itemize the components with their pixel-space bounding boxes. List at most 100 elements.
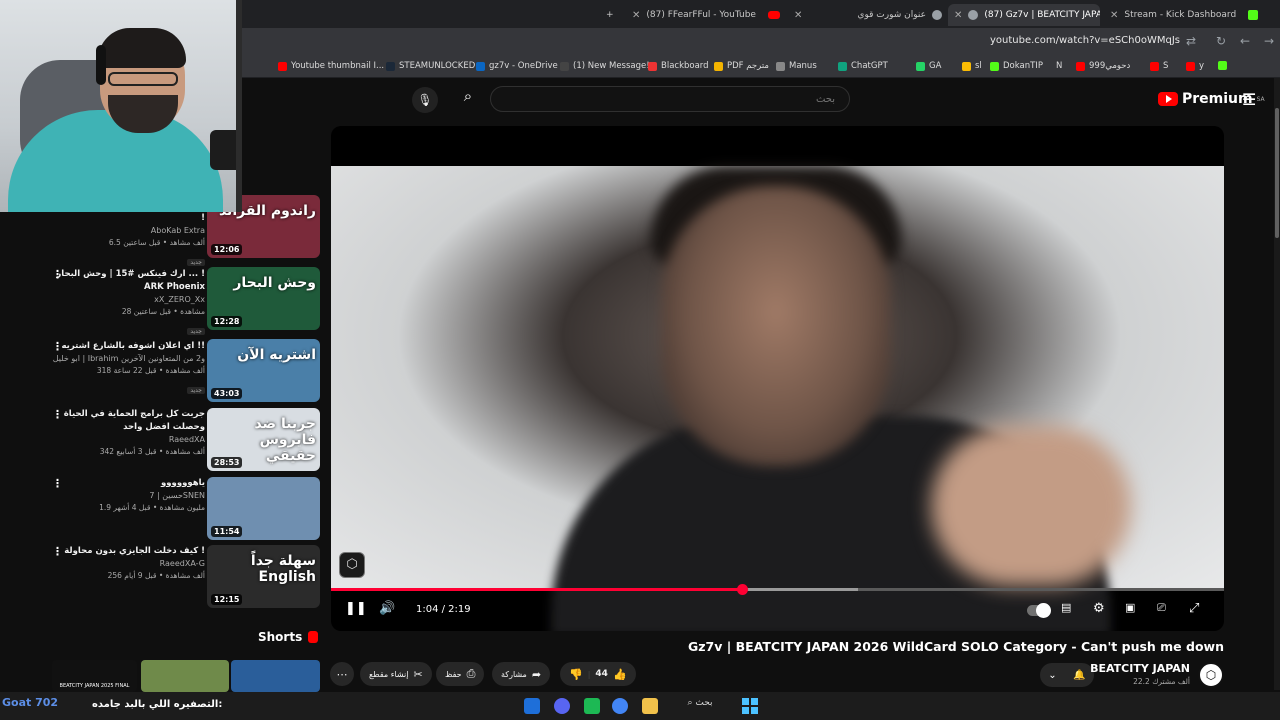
- recommendation-title[interactable]: ياهوووووو: [50, 477, 205, 490]
- recommendation-title[interactable]: جربت كل برامج الحماية في الحياة وحصلت اف…: [50, 408, 205, 434]
- recommendation-channel[interactable]: RaeedXA-G: [50, 558, 205, 570]
- channel-watermark-icon[interactable]: ⬡: [339, 552, 365, 578]
- more-options-icon[interactable]: ⋮: [52, 269, 63, 280]
- youtube-icon: [1150, 61, 1159, 71]
- search-input[interactable]: [491, 87, 849, 112]
- short-thumbnail[interactable]: [141, 660, 229, 692]
- bookmark-item[interactable]: DokanTIP: [990, 61, 1043, 71]
- volume-icon[interactable]: 🔊: [379, 601, 395, 616]
- like-icon[interactable]: 👍: [613, 668, 627, 681]
- more-actions-button[interactable]: ⋯: [330, 662, 354, 686]
- app-icon[interactable]: [584, 698, 600, 714]
- short-thumbnail[interactable]: [231, 660, 320, 692]
- subtitles-icon[interactable]: ▤: [1061, 601, 1071, 614]
- bookmark-item[interactable]: sl: [962, 61, 982, 71]
- channel-avatar[interactable]: ⬡: [1198, 662, 1224, 688]
- bookmark-item[interactable]: ChatGPT: [838, 61, 888, 71]
- close-icon[interactable]: ✕: [794, 10, 802, 21]
- miniplayer-icon[interactable]: ▣: [1125, 601, 1135, 614]
- video-player[interactable]: ⬡ ❚❚ 🔊 1:04 / 2:19 ▤ ⚙ ▣ ⎚ ⤢: [331, 126, 1224, 631]
- close-icon[interactable]: ✕: [632, 10, 640, 21]
- video-thumbnail[interactable]: اشتريه الآن 43:03: [207, 339, 320, 402]
- scrubber-handle[interactable]: [736, 584, 748, 595]
- bookmark-item[interactable]: Blackboard: [648, 61, 709, 71]
- bookmark-item[interactable]: N: [1056, 61, 1062, 71]
- recommendation-channel[interactable]: حسين | 7SNEN: [50, 490, 205, 502]
- recommendation-title[interactable]: كيف دخلت الجايزي بدون محاولة !: [50, 545, 205, 558]
- list-item[interactable]: ! AboKab Extra 6.5 ألف مشاهد • قبل ساعتين ج…: [50, 212, 205, 268]
- cast-icon[interactable]: ⎚: [1157, 601, 1166, 615]
- fullscreen-icon[interactable]: ⤢: [1189, 601, 1199, 616]
- taskbar-search[interactable]: ⌕ بحث: [670, 698, 730, 708]
- search-icon[interactable]: ⌕: [452, 87, 484, 111]
- bookmark-item[interactable]: Youtube thumbnail I...: [278, 61, 384, 71]
- clip-button[interactable]: إنشاء مقطع ✂: [360, 662, 432, 686]
- recommendation-channel[interactable]: AboKab Extra: [50, 225, 205, 237]
- save-button[interactable]: حفظ ⎙: [436, 662, 485, 686]
- tab-beatcity[interactable]: ✕ (87) Gz7v | BEATCITY JAPAN: [948, 4, 1100, 26]
- recommendation-channel[interactable]: xX_ZERO_Xx: [50, 294, 205, 306]
- tab-short-title[interactable]: ✕ عنوان شورت قوي: [788, 4, 948, 26]
- tab-ffearfful[interactable]: ✕ (87) FFearFFul - YouTube: [626, 4, 786, 26]
- list-item[interactable]: ياهوووووو حسين | 7SNEN 1.9 مليون مشاهدة • …: [50, 477, 205, 514]
- tab-label: (87) Gz7v | BEATCITY JAPAN: [984, 10, 1100, 20]
- bookmark-item[interactable]: gz7v - OneDrive: [476, 61, 558, 71]
- bookmark-item[interactable]: (1) New Message!: [560, 61, 650, 71]
- progress-bar[interactable]: [331, 584, 1224, 595]
- close-icon[interactable]: ✕: [1110, 10, 1118, 21]
- bookmark-item[interactable]: S: [1150, 61, 1168, 71]
- video-thumbnail[interactable]: وحش البحار 12:28: [207, 267, 320, 330]
- tab-kick-dashboard[interactable]: ✕ Stream - Kick Dashboard: [1104, 4, 1264, 26]
- shorts-icon: [308, 631, 319, 643]
- recommendation-title[interactable]: ارك فينكس #15 | وحش البحار ... ! ARK Pho…: [50, 268, 205, 294]
- site-settings-icon[interactable]: ⇄: [1186, 34, 1196, 48]
- settings-gear-icon[interactable]: ⚙: [1093, 601, 1105, 616]
- recommendation-channel[interactable]: RaeedXA: [50, 434, 205, 446]
- vscode-icon[interactable]: [524, 698, 540, 714]
- onedrive-icon: [476, 61, 485, 71]
- bookmark-item[interactable]: PDF مترجم: [714, 61, 769, 71]
- share-button[interactable]: مشاركة ➦: [492, 662, 551, 686]
- video-thumbnail[interactable]: سهلة جداً English 12:15: [207, 545, 320, 608]
- bookmark-item[interactable]: Manus: [776, 61, 817, 71]
- back-icon[interactable]: ←: [1240, 34, 1250, 48]
- video-frame[interactable]: ⬡: [331, 166, 1224, 631]
- close-icon[interactable]: ✕: [954, 10, 962, 21]
- autoplay-toggle[interactable]: [1027, 603, 1051, 618]
- dislike-icon[interactable]: 👎: [569, 668, 583, 681]
- list-item[interactable]: جربت كل برامج الحماية في الحياة وحصلت اف…: [50, 408, 205, 458]
- more-options-icon[interactable]: ⋮: [52, 341, 63, 352]
- more-options-icon[interactable]: ⋮: [52, 546, 63, 557]
- bookmark-item[interactable]: GA: [916, 61, 941, 71]
- file-explorer-icon[interactable]: [642, 698, 658, 714]
- list-item[interactable]: ارك فينكس #15 | وحش البحار ... ! ARK Pho…: [50, 268, 205, 337]
- list-item[interactable]: كيف دخلت الجايزي بدون محاولة ! RaeedXA-G 2…: [50, 545, 205, 582]
- new-badge: جديد: [187, 387, 205, 394]
- list-item[interactable]: اي اعلان اشوفه بالشارع اشتريه !! ابو خليل…: [50, 340, 205, 396]
- short-thumbnail[interactable]: BEATCITY JAPAN 2025 FINAL: [52, 660, 137, 692]
- pause-icon[interactable]: ❚❚: [345, 601, 367, 616]
- url-field[interactable]: youtube.com/watch?v=eSCh0oWMqJs: [990, 35, 1180, 46]
- recommendation-title[interactable]: !: [50, 212, 205, 225]
- bookmark-item[interactable]: y: [1186, 61, 1204, 71]
- chrome-icon[interactable]: [612, 698, 628, 714]
- more-options-icon[interactable]: ⋮: [52, 409, 63, 420]
- recommendation-channel[interactable]: ابو خليل | Ibrahim و2 من المتعاونين الآخ…: [50, 353, 205, 365]
- bookmark-item[interactable]: STEAMUNLOCKED: [386, 61, 475, 71]
- hamburger-menu-icon[interactable]: ☰: [1242, 90, 1256, 109]
- new-tab-button[interactable]: +: [600, 4, 620, 26]
- recommendation-title[interactable]: اي اعلان اشوفه بالشارع اشتريه !!: [50, 340, 205, 353]
- bookmark-item[interactable]: دحومي999: [1076, 61, 1130, 71]
- video-thumbnail[interactable]: جربنا ضد فايروس حقيقي 28:53: [207, 408, 320, 471]
- more-options-icon[interactable]: ⋮: [52, 478, 63, 489]
- reload-icon[interactable]: ↻: [1216, 34, 1226, 48]
- channel-name[interactable]: BEATCITY JAPAN: [1060, 662, 1190, 675]
- scrollbar-thumb[interactable]: [1275, 108, 1279, 238]
- windows-start-icon[interactable]: [742, 698, 758, 714]
- discord-icon[interactable]: [554, 698, 570, 714]
- video-thumbnail[interactable]: 11:54: [207, 477, 320, 540]
- bookmark-item[interactable]: [1218, 61, 1227, 70]
- microphone-icon[interactable]: 🎙: [412, 87, 438, 113]
- page-scrollbar[interactable]: [1274, 78, 1280, 690]
- forward-icon[interactable]: →: [1264, 34, 1274, 48]
